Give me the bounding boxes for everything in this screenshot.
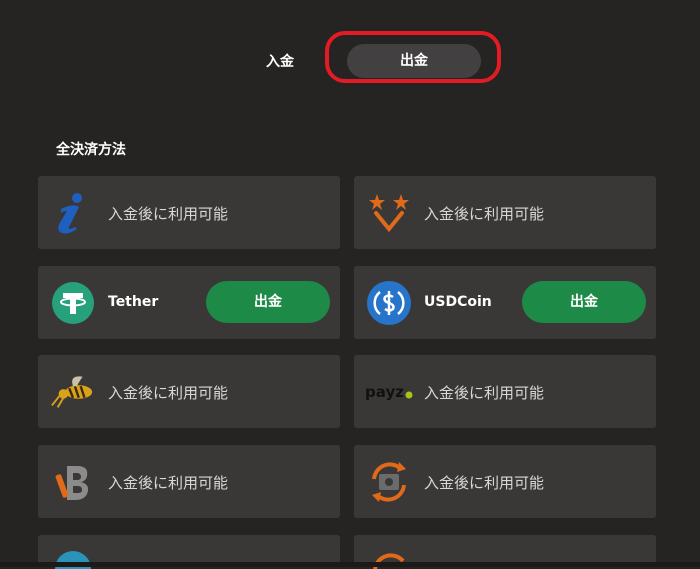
payment-method-card: 入金後に利用可能 xyxy=(38,355,340,428)
availability-text: 入金後に利用可能 xyxy=(108,474,229,492)
payment-method-card xyxy=(354,535,656,569)
payz-logo: payz xyxy=(362,370,416,414)
bottom-divider xyxy=(0,562,700,567)
availability-text: 入金後に利用可能 xyxy=(108,384,229,402)
info-i-icon xyxy=(50,191,96,235)
payment-method-card: 入金後に利用可能 xyxy=(354,176,656,249)
payz-logo-text: payz xyxy=(365,383,404,401)
availability-text: 入金後に利用可能 xyxy=(424,205,545,223)
method-name: USDCoin xyxy=(424,294,492,310)
tab-withdraw[interactable]: 出金 xyxy=(347,44,481,78)
payment-method-card-usdcoin: USDCoin 出金 xyxy=(354,266,656,339)
section-title: 全決済方法 xyxy=(56,142,126,158)
payment-method-card: 入金後に利用可能 xyxy=(38,176,340,249)
payment-method-card: payz 入金後に利用可能 xyxy=(354,355,656,428)
payment-method-card-tether: Tether 出金 xyxy=(38,266,340,339)
hornet-icon xyxy=(50,370,96,414)
b-logo-icon xyxy=(50,460,96,504)
payment-method-card: 入金後に利用可能 xyxy=(354,445,656,518)
tab-deposit[interactable]: 入金 xyxy=(250,47,310,77)
withdraw-button-tether[interactable]: 出金 xyxy=(206,281,330,323)
exchange-arrows-icon xyxy=(366,460,412,504)
withdraw-button-usdcoin[interactable]: 出金 xyxy=(522,281,646,323)
availability-text: 入金後に利用可能 xyxy=(424,384,545,402)
tether-icon xyxy=(50,281,96,325)
method-name: Tether xyxy=(108,294,159,310)
payment-method-card: 入金後に利用可能 xyxy=(38,445,340,518)
availability-text: 入金後に利用可能 xyxy=(108,205,229,223)
usdc-icon xyxy=(366,281,412,325)
payment-method-card xyxy=(38,535,340,569)
transaction-tabs: 入金 出金 xyxy=(0,0,700,110)
availability-text: 入金後に利用可能 xyxy=(424,474,545,492)
stars-check-icon xyxy=(366,191,412,235)
